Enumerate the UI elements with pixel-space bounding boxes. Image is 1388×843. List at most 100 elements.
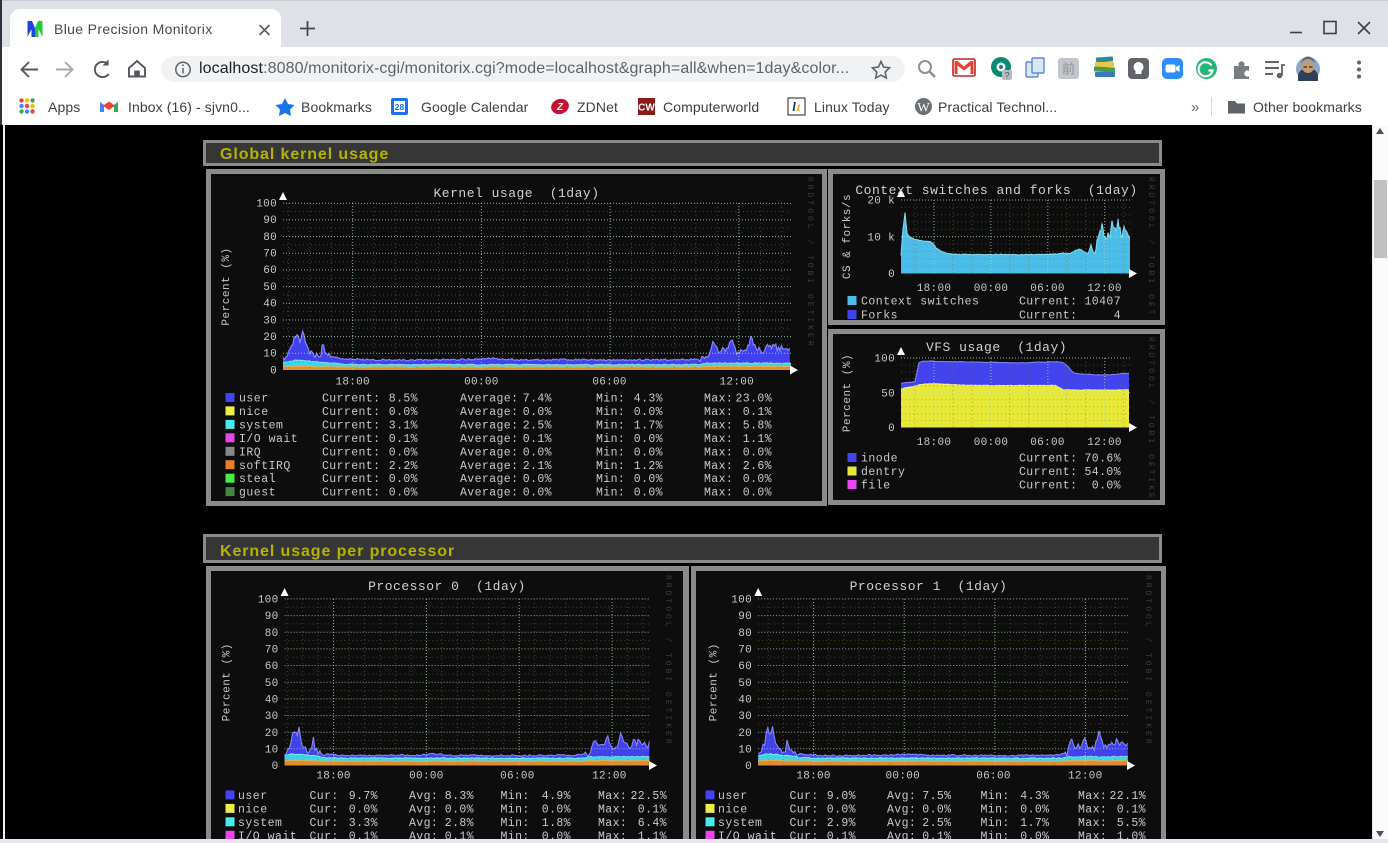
svg-text:Current:: Current:	[1019, 310, 1077, 323]
svg-text:Current:: Current:	[1019, 453, 1077, 466]
svg-text:user: user	[718, 790, 748, 803]
svg-text:2.5%: 2.5%	[922, 817, 951, 830]
svg-text:I/O wait: I/O wait	[239, 433, 298, 446]
svg-text:Percent (%): Percent (%)	[222, 643, 234, 721]
svg-text:1.7%: 1.7%	[1020, 817, 1049, 830]
svg-text:Current:: Current:	[322, 446, 380, 459]
svg-text:Cur:: Cur:	[310, 817, 339, 830]
svg-text:Min:: Min:	[596, 433, 625, 446]
svg-text:3.1%: 3.1%	[389, 419, 418, 432]
svg-text:Max:: Max:	[598, 790, 627, 803]
svg-text:00:00: 00:00	[974, 437, 1009, 449]
svg-text:70.6%: 70.6%	[1084, 453, 1121, 466]
svg-text:10: 10	[738, 744, 752, 756]
svg-text:Average:: Average:	[460, 460, 518, 473]
svg-text:8.3%: 8.3%	[445, 790, 474, 803]
svg-text:0.1%: 0.1%	[523, 433, 552, 446]
svg-text:Processor 1 (1day): Processor 1 (1day)	[850, 579, 1008, 594]
svg-text:Current:: Current:	[322, 433, 380, 446]
svg-text:90: 90	[263, 215, 277, 227]
svg-text:Max:: Max:	[598, 817, 627, 830]
svg-text:18:00: 18:00	[335, 377, 370, 389]
svg-text:12:00: 12:00	[1087, 437, 1122, 449]
svg-text:2.6%: 2.6%	[743, 460, 772, 473]
svg-text:5.8%: 5.8%	[743, 419, 772, 432]
svg-text:8.5%: 8.5%	[389, 393, 418, 406]
svg-text:10: 10	[265, 744, 279, 756]
svg-text:0.1%: 0.1%	[743, 406, 772, 419]
svg-text:0.0%: 0.0%	[523, 406, 552, 419]
svg-text:Cur:: Cur:	[790, 803, 819, 816]
svg-text:Max:: Max:	[704, 393, 733, 406]
svg-text:Cur:: Cur:	[790, 790, 819, 803]
svg-text:Min:: Min:	[596, 419, 625, 432]
svg-text:0.1%: 0.1%	[389, 433, 418, 446]
svg-text:Percent (%): Percent (%)	[221, 247, 233, 325]
svg-text:7.5%: 7.5%	[922, 790, 951, 803]
svg-text:30: 30	[265, 711, 279, 723]
svg-text:1.7%: 1.7%	[634, 419, 663, 432]
svg-text:Min:: Min:	[596, 487, 625, 500]
svg-text:3.3%: 3.3%	[349, 817, 378, 830]
svg-text:5.5%: 5.5%	[1117, 817, 1146, 830]
svg-text:70: 70	[738, 644, 752, 656]
svg-text:0.0%: 0.0%	[743, 487, 772, 500]
svg-text:9.7%: 9.7%	[349, 790, 378, 803]
svg-text:Current:: Current:	[1019, 480, 1077, 493]
svg-text:Max:: Max:	[704, 419, 733, 432]
svg-text:20: 20	[265, 728, 279, 740]
svg-text:0.0%: 0.0%	[445, 803, 474, 816]
svg-text:0.0%: 0.0%	[743, 473, 772, 486]
svg-text:Percent (%): Percent (%)	[842, 354, 854, 432]
svg-text:nice: nice	[718, 803, 748, 816]
svg-text:9.0%: 9.0%	[827, 790, 856, 803]
svg-text:70: 70	[263, 249, 277, 261]
svg-text:Min:: Min:	[596, 393, 625, 406]
svg-text:Avg:: Avg:	[887, 790, 916, 803]
svg-text:Min:: Min:	[596, 406, 625, 419]
svg-text:06:00: 06:00	[976, 771, 1011, 783]
svg-text:Min:: Min:	[981, 803, 1010, 816]
svg-text:RRDTOOL / TOBI OETIKER: RRDTOOL / TOBI OETIKER	[1143, 575, 1152, 747]
svg-text:Average:: Average:	[460, 473, 518, 486]
svg-text:00:00: 00:00	[974, 283, 1009, 295]
svg-text:4: 4	[1114, 310, 1121, 323]
svg-text:Min:: Min:	[981, 790, 1010, 803]
svg-text:18:00: 18:00	[917, 437, 952, 449]
svg-text:Cur:: Cur:	[310, 803, 339, 816]
svg-text:0.0%: 0.0%	[634, 473, 663, 486]
svg-text:30: 30	[738, 711, 752, 723]
svg-text:Context switches and forks (1: Context switches and forks (1day)	[855, 183, 1137, 198]
svg-text:Kernel usage (1day): Kernel usage (1day)	[433, 186, 599, 201]
svg-text:RRDTOOL / TOBI OETIKER: RRDTOOL / TOBI OETIKER	[663, 575, 672, 747]
svg-text:Percent (%): Percent (%)	[709, 643, 721, 721]
svg-text:20: 20	[738, 728, 752, 740]
svg-text:50: 50	[881, 388, 895, 400]
svg-text:IRQ: IRQ	[239, 446, 261, 459]
svg-text:18:00: 18:00	[316, 771, 351, 783]
svg-text:dentry: dentry	[861, 466, 905, 479]
svg-text:0.0%: 0.0%	[634, 433, 663, 446]
svg-text:80: 80	[263, 232, 277, 244]
svg-text:Current:: Current:	[1019, 296, 1077, 309]
svg-text:54.0%: 54.0%	[1084, 466, 1121, 479]
svg-text:0: 0	[272, 761, 279, 773]
svg-text:Avg:: Avg:	[409, 803, 438, 816]
svg-text:0.0%: 0.0%	[922, 803, 951, 816]
svg-text:RRDTOOL / TOBI OETIKER: RRDTOOL / TOBI OETIKER	[1146, 337, 1155, 509]
svg-text:0.0%: 0.0%	[1092, 480, 1121, 493]
svg-text:0.0%: 0.0%	[349, 803, 378, 816]
svg-text:Min:: Min:	[596, 446, 625, 459]
svg-text:0.0%: 0.0%	[743, 446, 772, 459]
svg-text:70: 70	[265, 644, 279, 656]
svg-text:Current:: Current:	[322, 393, 380, 406]
svg-text:12:00: 12:00	[1087, 283, 1122, 295]
svg-text:0: 0	[888, 423, 895, 435]
svg-text:Current:: Current:	[322, 406, 380, 419]
svg-text:system: system	[238, 817, 282, 830]
svg-text:0.0%: 0.0%	[634, 487, 663, 500]
svg-text:Forks: Forks	[861, 310, 898, 323]
svg-text:Max:: Max:	[704, 446, 733, 459]
svg-text:Cur:: Cur:	[310, 790, 339, 803]
svg-text:Max:: Max:	[704, 473, 733, 486]
